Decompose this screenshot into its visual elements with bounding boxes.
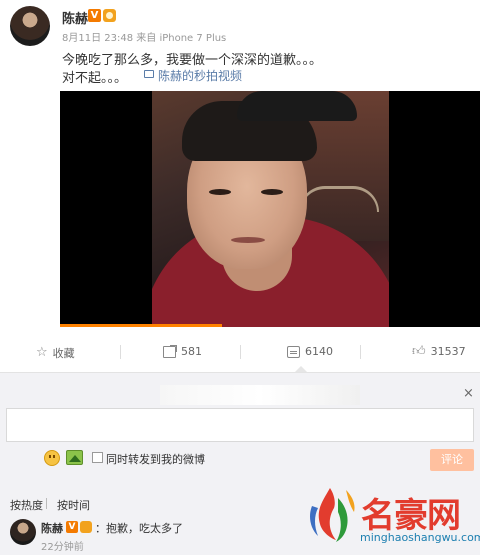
repost-checkbox[interactable] <box>92 452 103 463</box>
video-link[interactable]: 陈赫的秒拍视频 <box>158 67 242 84</box>
watermark-title: 名豪网 <box>361 496 461 536</box>
comment-button[interactable]: 6140 <box>287 345 333 358</box>
comment-icon <box>287 345 300 358</box>
video-player[interactable] <box>60 91 480 327</box>
sort-by-hot[interactable]: 按热度 <box>10 497 43 513</box>
picture-icon[interactable] <box>66 450 83 465</box>
action-divider <box>120 345 121 359</box>
sort-by-time[interactable]: 按时间 <box>57 497 90 513</box>
post-meta: 8月11日 23:48 来自 iPhone 7 Plus <box>62 33 227 44</box>
post-text-line-2: 对不起。。。 <box>62 71 128 86</box>
video-icon <box>144 70 154 78</box>
verified-v-icon: V <box>88 9 101 22</box>
repost-checkbox-label[interactable]: 同时转发到我的微博 <box>106 451 205 467</box>
emoji-icon[interactable] <box>44 450 60 466</box>
submit-comment-button[interactable]: 评论 <box>430 449 474 471</box>
like-count: 31537 <box>430 345 466 358</box>
sort-divider <box>46 498 47 509</box>
post-author-name[interactable]: 陈赫 <box>62 8 88 27</box>
close-icon[interactable]: × <box>463 386 474 401</box>
comment-author-avatar[interactable] <box>10 519 36 545</box>
thumbs-up-icon: 👍︎ <box>412 343 426 359</box>
video-person-eye-right <box>261 189 283 195</box>
video-person-mouth <box>231 237 265 243</box>
video-background-hanger <box>299 186 379 212</box>
video-frame <box>152 91 389 327</box>
comment-count: 6140 <box>305 345 333 358</box>
action-divider <box>360 345 361 359</box>
favorite-label: 收藏 <box>52 347 75 360</box>
video-person-eye-left <box>209 189 231 195</box>
post-author-avatar[interactable] <box>10 6 50 46</box>
action-divider <box>240 345 241 359</box>
watermark-url: minghaoshangwu.com <box>360 531 480 544</box>
star-icon: ☆ <box>36 345 48 360</box>
comment-input[interactable] <box>6 408 474 442</box>
comment-text: ：抱歉，吃太多了 <box>95 522 183 535</box>
favorite-button[interactable]: ☆ 收藏 <box>36 345 75 361</box>
action-bar: ☆ 收藏 581 6140 👍︎ 31537 <box>0 335 480 369</box>
repost-count: 581 <box>181 345 202 358</box>
post-text-line-1: 今晚吃了那么多，我要做一个深深的道歉。。。 <box>62 53 323 68</box>
repost-icon <box>163 344 177 358</box>
redacted-area <box>160 385 360 405</box>
comment-time: 22分钟前 <box>41 542 84 553</box>
like-button[interactable]: 👍︎ 31537 <box>412 343 466 359</box>
member-crown-icon <box>80 521 92 533</box>
video-person-cap <box>237 91 357 121</box>
member-crown-icon <box>103 9 116 22</box>
repost-button[interactable]: 581 <box>163 344 202 358</box>
comment-author-name[interactable]: 陈赫 <box>41 520 63 536</box>
watermark-logo <box>310 488 355 542</box>
verified-v-icon: V <box>66 521 78 533</box>
video-progress-bar[interactable] <box>60 324 222 327</box>
